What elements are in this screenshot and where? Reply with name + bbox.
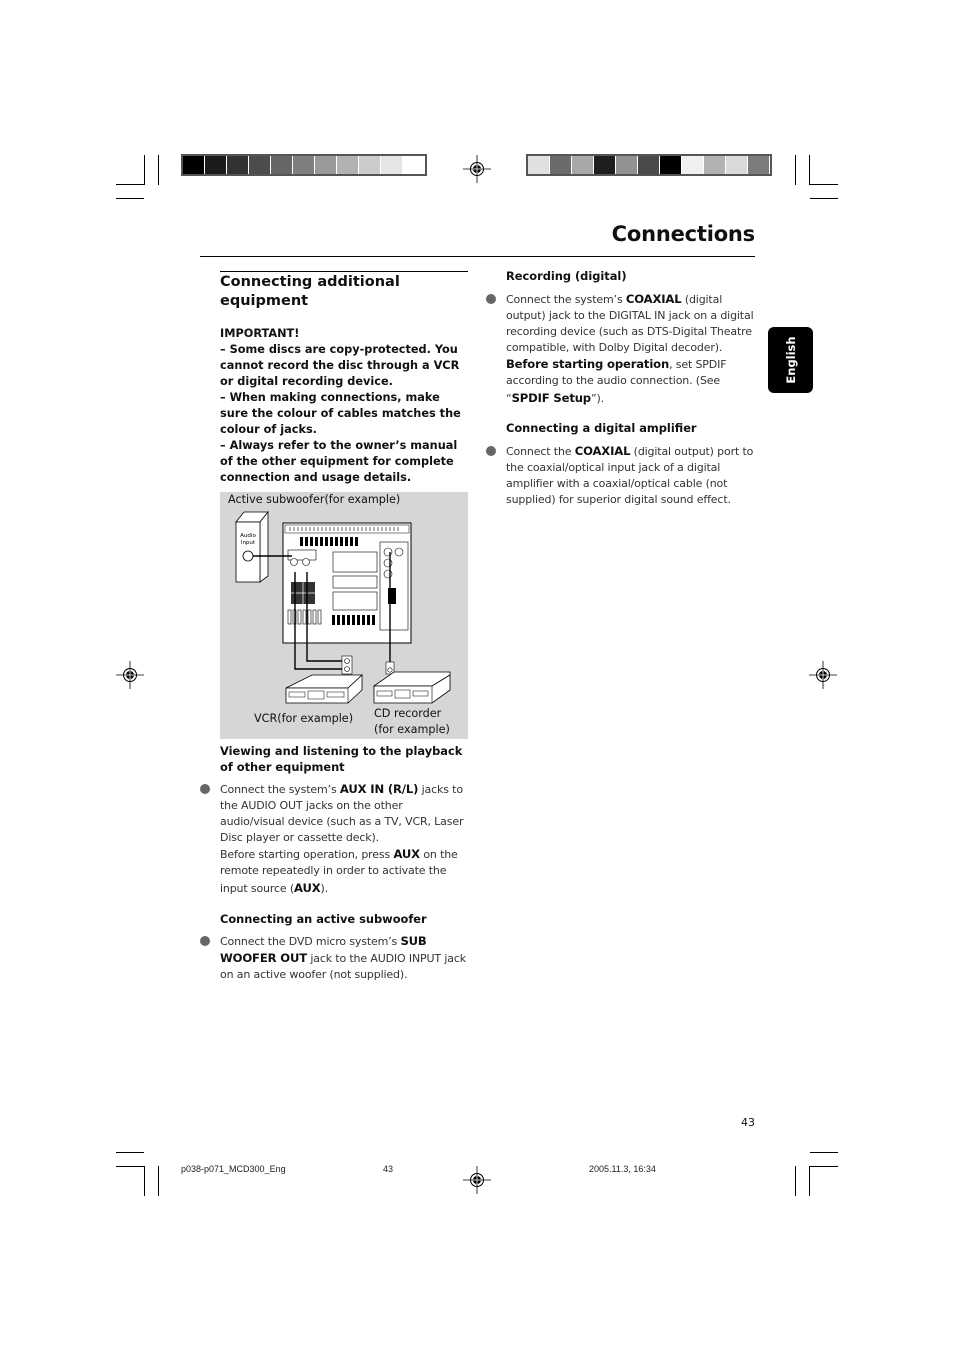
color-swatch (293, 156, 315, 174)
crop-mark (116, 1166, 144, 1167)
color-calibration-bar-left (181, 154, 427, 176)
recording-text: Connect the system’s COAXIAL (digital ou… (506, 291, 758, 407)
connection-diagram-illustration: Audio input (235, 510, 451, 704)
important-item: – Always refer to the owner’s manual of … (220, 439, 458, 484)
bullet-icon (200, 784, 210, 794)
color-swatch (704, 156, 726, 174)
important-item: – Some discs are copy-protected. You can… (220, 343, 460, 388)
footer-filename: p038-p071_MCD300_Eng (181, 1164, 286, 1174)
connection-diagram: Active subwoofer(for example) Audio inpu… (220, 492, 468, 739)
color-swatch (359, 156, 381, 174)
color-swatch (227, 156, 249, 174)
crop-mark (810, 1166, 838, 1167)
bullet-icon (200, 936, 210, 946)
footer-date: 2005.11.3, 16:34 (589, 1164, 656, 1174)
title-divider (200, 256, 755, 257)
amplifier-text: Connect the COAXIAL (digital output) por… (506, 443, 756, 508)
crop-mark (144, 155, 145, 185)
text-run-bold: Before starting operation (506, 357, 670, 372)
bullet-icon (486, 294, 496, 304)
viewing-text: Connect the system’s AUX IN (R/L) jacks … (220, 781, 470, 897)
subwoofer-text: Connect the DVD micro system’s SUB WOOFE… (220, 933, 470, 983)
crop-mark (810, 198, 838, 199)
page-number: 43 (741, 1116, 755, 1129)
text-run-bold: COAXIAL (574, 444, 631, 458)
text-run: Connect the (506, 445, 575, 458)
text-run-bold: AUX IN (R/L) (339, 782, 419, 796)
color-swatch (381, 156, 403, 174)
crop-mark (809, 155, 810, 185)
registration-mark-icon (809, 661, 837, 689)
language-tab-label: English (783, 336, 798, 384)
crop-mark (116, 184, 144, 185)
registration-mark-icon (463, 155, 491, 183)
page-title: Connections (611, 222, 756, 246)
color-swatch (616, 156, 638, 174)
svg-text:Audio: Audio (240, 533, 256, 539)
crop-mark (144, 1166, 145, 1196)
color-swatch (572, 156, 594, 174)
color-swatch (528, 156, 550, 174)
text-run: ). (320, 881, 329, 895)
important-item: – When making connections, make sure the… (220, 391, 461, 436)
figure-label-vcr: VCR(for example) (254, 712, 354, 725)
section-divider (220, 271, 468, 272)
crop-mark (810, 184, 838, 185)
crop-mark (810, 1152, 838, 1153)
color-swatch (315, 156, 337, 174)
text-run: ”). (590, 391, 605, 405)
amplifier-heading: Connecting a digital amplifier (506, 421, 697, 435)
text-run: Connect the system’s (506, 293, 626, 306)
recording-heading: Recording (digital) (506, 269, 627, 283)
color-calibration-bar-right (526, 154, 772, 176)
color-swatch (403, 156, 425, 174)
important-heading: IMPORTANT! (220, 327, 300, 340)
figure-label-cd-recorder: CD recorder (374, 707, 442, 720)
color-swatch (337, 156, 359, 174)
crop-mark (158, 155, 159, 185)
registration-mark-icon (116, 661, 144, 689)
text-run: Before starting operation, press (220, 848, 394, 862)
text-run-bold: SPDIF Setup (511, 390, 592, 405)
color-swatch (748, 156, 770, 174)
crop-mark (116, 198, 144, 199)
footer-page: 43 (383, 1164, 394, 1174)
color-swatch (682, 156, 704, 174)
color-swatch (594, 156, 616, 174)
crop-mark (809, 1166, 810, 1196)
bullet-icon (486, 446, 496, 456)
crop-mark (116, 1152, 144, 1153)
subwoofer-heading: Connecting an active subwoofer (220, 912, 427, 926)
section-title: Connecting additional equipment (220, 274, 400, 309)
color-swatch (271, 156, 293, 174)
crop-mark (795, 1166, 796, 1196)
color-swatch (205, 156, 227, 174)
color-swatch (249, 156, 271, 174)
color-swatch (726, 156, 748, 174)
text-run-bold: AUX (393, 847, 420, 862)
color-swatch (183, 156, 205, 174)
color-swatch (660, 156, 682, 174)
figure-label-cd-recorder-example: (for example) (374, 723, 450, 736)
registration-mark-icon (463, 1166, 491, 1194)
color-swatch (638, 156, 660, 174)
svg-text:input: input (241, 540, 256, 546)
color-swatch (550, 156, 572, 174)
text-run-bold: AUX (294, 880, 321, 895)
important-notice: IMPORTANT! – Some discs are copy-protect… (220, 326, 470, 486)
text-run: Connect the DVD micro system’s (220, 935, 401, 948)
text-run-bold: COAXIAL (625, 292, 682, 306)
crop-mark (795, 155, 796, 185)
text-run: Connect the system’s (220, 783, 340, 796)
language-tab: English (768, 327, 813, 393)
viewing-heading: Viewing and listening to the playback of… (220, 744, 463, 774)
crop-mark (158, 1166, 159, 1196)
